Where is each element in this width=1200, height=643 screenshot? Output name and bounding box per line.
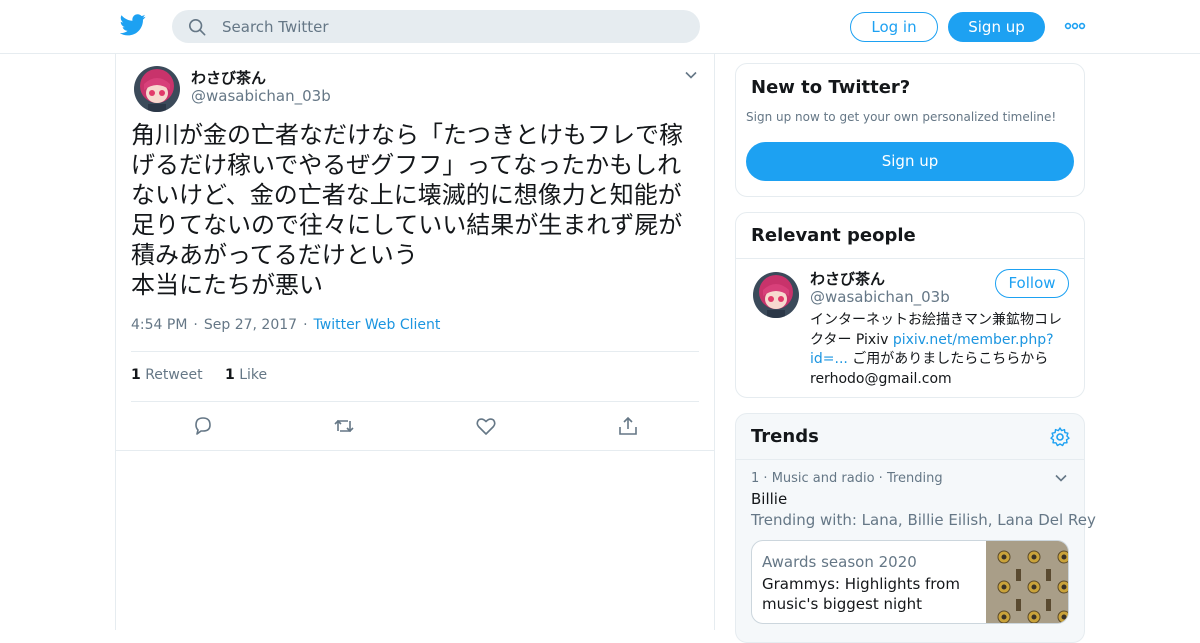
divider	[736, 459, 1084, 460]
retweet-stat[interactable]: 1 Retweet	[131, 367, 203, 383]
search-icon	[188, 18, 206, 36]
retweet-count: 1	[131, 367, 141, 383]
person-name[interactable]: わさび茶ん	[810, 268, 885, 289]
card-title: Relevant people	[751, 225, 916, 246]
retweet-label: Retweet	[145, 367, 203, 383]
tweet-meta: 4:54 PM · Sep 27, 2017 · Twitter Web Client	[131, 317, 440, 333]
card-title: New to Twitter?	[751, 77, 911, 98]
avatar-image	[134, 66, 180, 112]
search-input[interactable]	[222, 10, 682, 43]
avatar[interactable]	[134, 66, 180, 112]
separator-dot: ·	[193, 317, 198, 333]
trend-meta: 1 · Music and radio · Trending	[751, 471, 943, 486]
chevron-down-icon[interactable]	[1054, 471, 1068, 485]
chevron-down-icon[interactable]	[684, 68, 698, 82]
person-handle[interactable]: @wasabichan_03b	[810, 288, 950, 306]
relevant-people-card: Relevant people わさび茶ん @wasabichan_03b Fo…	[735, 212, 1085, 398]
author-name[interactable]: わさび茶ん	[191, 67, 266, 88]
story-headline: Grammys: Highlights from music's biggest…	[762, 575, 960, 613]
tweet-stats: 1 Retweet 1 Like	[131, 367, 285, 383]
login-button[interactable]: Log in	[850, 12, 938, 42]
trends-card: Trends 1 · Music and radio · Trending Bi…	[735, 413, 1096, 643]
divider	[131, 351, 699, 352]
story-image	[986, 541, 1068, 623]
like-stat[interactable]: 1 Like	[225, 367, 267, 383]
card-title: Trends	[751, 426, 819, 447]
search-box[interactable]	[172, 10, 700, 43]
divider	[736, 258, 1084, 259]
tweet-text: 角川が金の亡者なだけなら「たつきとけもフレで稼げるだけ稼いでやるぜグフフ」ってな…	[131, 121, 683, 299]
tweet-column: わさび茶ん @wasabichan_03b 角川が金の亡者なだけなら「たつきとけ…	[115, 54, 715, 630]
follow-button[interactable]: Follow	[995, 269, 1069, 298]
divider	[131, 401, 699, 402]
card-subtitle: Sign up now to get your own personalized…	[746, 110, 1057, 124]
more-icon[interactable]	[1064, 18, 1086, 34]
trend-status: Trending	[886, 471, 943, 486]
like-icon[interactable]	[475, 415, 497, 437]
tweet: わさび茶ん @wasabichan_03b 角川が金の亡者なだけなら「たつきとけ…	[116, 54, 714, 451]
avatar-image	[753, 272, 799, 318]
tweet-time[interactable]: 4:54 PM	[131, 317, 187, 333]
signup-button[interactable]: Sign up	[948, 12, 1045, 42]
story-thumbnail	[986, 541, 1068, 623]
trend-name[interactable]: Billie	[751, 490, 787, 508]
like-count: 1	[225, 367, 235, 383]
new-to-twitter-card: New to Twitter? Sign up now to get your …	[735, 63, 1085, 197]
person-bio: インターネットお絵描きマン兼鉱物コレクター Pixiv pixiv.net/me…	[810, 311, 1072, 389]
twitter-bird-icon[interactable]	[120, 14, 146, 36]
author-handle[interactable]: @wasabichan_03b	[191, 87, 331, 105]
tweet-date[interactable]: Sep 27, 2017	[204, 317, 297, 333]
trend-category: Music and radio	[771, 471, 875, 486]
avatar[interactable]	[753, 272, 799, 318]
signup-large-button[interactable]: Sign up	[746, 142, 1074, 181]
share-icon[interactable]	[617, 415, 639, 437]
tweet-client-link[interactable]: Twitter Web Client	[314, 317, 441, 333]
story-category: Awards season 2020	[762, 553, 917, 571]
trend-related: Trending with: Lana, Billie Eilish, Lana…	[751, 511, 1096, 529]
reply-icon[interactable]	[192, 415, 214, 437]
trend-rank: 1	[751, 471, 760, 486]
trend-story-card[interactable]: Awards season 2020 Grammys: Highlights f…	[751, 540, 1069, 624]
separator-dot: ·	[303, 317, 308, 333]
gear-icon[interactable]	[1049, 426, 1071, 448]
retweet-icon[interactable]	[333, 415, 355, 437]
top-bar: Log in Sign up	[0, 0, 1200, 54]
like-label: Like	[239, 367, 268, 383]
